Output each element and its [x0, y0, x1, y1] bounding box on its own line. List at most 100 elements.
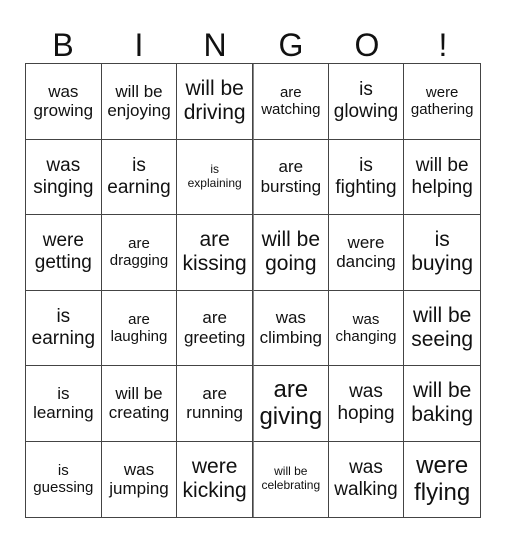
- cell-auxiliary-verb: was: [349, 381, 383, 403]
- cell-main-verb: hoping: [337, 403, 395, 425]
- bingo-cell-text: is glowing: [333, 79, 399, 123]
- cell-auxiliary-verb: was: [349, 457, 383, 479]
- cell-auxiliary-verb: will be: [412, 379, 472, 403]
- bingo-cell-text: will be enjoying: [106, 82, 171, 121]
- bingo-cell[interactable]: are greeting: [177, 290, 253, 366]
- cell-auxiliary-verb: will be: [115, 383, 163, 403]
- bingo-cell[interactable]: are bursting: [252, 139, 329, 215]
- cell-auxiliary-verb: is: [359, 154, 373, 176]
- bingo-cell[interactable]: was hoping: [328, 366, 405, 442]
- header-letter-i: I: [134, 27, 144, 63]
- bingo-cell[interactable]: was singing: [26, 139, 102, 215]
- bingo-cell-text: will be creating: [108, 384, 170, 423]
- cell-main-verb: climbing: [259, 327, 322, 347]
- cell-auxiliary-verb: will be: [261, 228, 320, 252]
- bingo-cell[interactable]: is learning: [26, 366, 102, 442]
- cell-main-verb: flying: [414, 479, 471, 507]
- bingo-cell[interactable]: is explaining: [177, 139, 253, 215]
- cell-main-verb: driving: [183, 101, 246, 125]
- bingo-cell[interactable]: was jumping: [102, 441, 178, 517]
- bingo-cell-text: are bursting: [260, 157, 322, 196]
- bingo-cell[interactable]: will be driving: [177, 64, 253, 140]
- bingo-cell[interactable]: was climbing: [252, 290, 329, 366]
- cell-auxiliary-verb: was: [275, 308, 306, 328]
- bingo-cell-text: are dragging: [109, 235, 169, 270]
- cell-main-verb: seeing: [411, 327, 474, 351]
- bingo-cell[interactable]: is earning: [101, 139, 178, 215]
- bingo-cell-text: was hoping: [336, 381, 395, 425]
- bingo-cell[interactable]: was changing: [328, 290, 405, 366]
- bingo-cell-text: was walking: [333, 457, 398, 501]
- cell-main-verb: dancing: [336, 252, 396, 272]
- cell-auxiliary-verb: is: [56, 305, 71, 327]
- cell-main-verb: earning: [107, 176, 171, 198]
- bingo-cell-text: will be seeing: [410, 304, 474, 352]
- bingo-cell-text: was changing: [335, 311, 398, 346]
- cell-auxiliary-verb: were: [191, 455, 238, 479]
- bingo-cell-text: were kicking: [182, 455, 248, 503]
- bingo-cell-text: will be driving: [183, 77, 247, 125]
- cell-main-verb: dragging: [109, 252, 169, 270]
- cell-auxiliary-verb: are: [273, 375, 309, 403]
- bingo-cell[interactable]: were dancing: [328, 215, 405, 291]
- bingo-cell[interactable]: will be going: [252, 215, 329, 291]
- cell-auxiliary-verb: will be: [415, 154, 469, 176]
- bingo-cell[interactable]: was walking: [329, 441, 405, 517]
- bingo-cell[interactable]: will be baking: [404, 366, 480, 442]
- bingo-cell[interactable]: are watching: [252, 64, 329, 140]
- cell-main-verb: jumping: [109, 479, 169, 499]
- cell-main-verb: explaining: [187, 175, 242, 190]
- bingo-cell[interactable]: is earning: [26, 290, 102, 366]
- cell-auxiliary-verb: will be: [412, 303, 472, 327]
- bingo-cell[interactable]: were kicking: [177, 441, 253, 517]
- cell-auxiliary-verb: is: [359, 79, 373, 101]
- cell-auxiliary-verb: are: [279, 84, 302, 101]
- cell-main-verb: running: [186, 403, 244, 423]
- bingo-cell-text: is earning: [106, 155, 171, 199]
- header-letter-b: B: [52, 27, 74, 63]
- bingo-cell[interactable]: will be seeing: [404, 291, 480, 366]
- cell-auxiliary-verb: will be: [274, 464, 308, 479]
- bingo-cell[interactable]: are giving: [252, 366, 329, 442]
- bingo-cell[interactable]: will be celebrating: [252, 441, 329, 517]
- bingo-cell[interactable]: is buying: [404, 215, 480, 291]
- bingo-cell[interactable]: is fighting: [328, 139, 405, 215]
- cell-main-verb: going: [265, 252, 317, 276]
- cell-main-verb: helping: [411, 176, 473, 198]
- bingo-cell[interactable]: were flying: [404, 442, 480, 518]
- bingo-cell[interactable]: will be enjoying: [101, 64, 178, 140]
- cell-main-verb: changing: [335, 327, 397, 345]
- header-letter-o: O: [354, 27, 380, 63]
- cell-main-verb: growing: [33, 101, 94, 121]
- bingo-grid: was growing will be enjoying will be driving a…: [25, 63, 481, 518]
- cell-auxiliary-verb: are: [202, 383, 227, 403]
- cell-auxiliary-verb: will be: [115, 81, 163, 101]
- bingo-cell[interactable]: are kissing: [177, 215, 253, 291]
- cell-auxiliary-verb: is: [210, 161, 219, 176]
- bingo-cell[interactable]: were gathering: [404, 64, 480, 140]
- bingo-cell[interactable]: were getting: [26, 215, 102, 291]
- bingo-cell-text: is learning: [32, 384, 95, 423]
- bingo-cell[interactable]: are dragging: [101, 215, 178, 291]
- bingo-cell-text: is explaining: [187, 161, 243, 191]
- bingo-cell[interactable]: is guessing: [26, 441, 102, 517]
- bingo-cell-text: are kissing: [182, 228, 248, 276]
- bingo-cell[interactable]: is glowing: [328, 64, 405, 140]
- bingo-cell[interactable]: are laughing: [101, 290, 178, 366]
- cell-auxiliary-verb: are: [278, 157, 304, 177]
- bingo-cell-text: are laughing: [110, 311, 169, 346]
- cell-auxiliary-verb: is: [434, 228, 450, 252]
- bingo-cell-text: is buying: [410, 228, 474, 276]
- bingo-cell-text: was singing: [32, 155, 94, 199]
- bingo-cell[interactable]: are running: [177, 366, 253, 442]
- cell-main-verb: laughing: [110, 327, 168, 345]
- bingo-cell-text: will be helping: [411, 155, 474, 199]
- cell-auxiliary-verb: is: [57, 383, 70, 403]
- bingo-cell[interactable]: will be helping: [404, 140, 480, 215]
- cell-main-verb: creating: [108, 403, 170, 423]
- cell-main-verb: walking: [334, 479, 398, 501]
- bingo-cell[interactable]: was growing: [26, 64, 102, 140]
- cell-auxiliary-verb: will be: [185, 77, 244, 101]
- header-letter-g: G: [278, 27, 304, 63]
- bingo-cell[interactable]: will be creating: [101, 366, 178, 442]
